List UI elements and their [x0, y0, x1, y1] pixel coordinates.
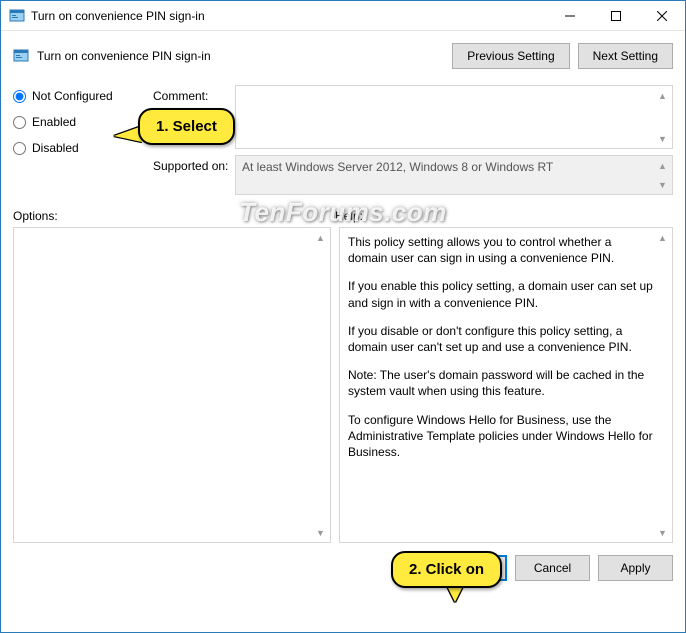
- close-button[interactable]: [639, 1, 685, 31]
- help-paragraph: This policy setting allows you to contro…: [348, 234, 654, 266]
- scroll-down-icon[interactable]: ▼: [655, 131, 670, 146]
- maximize-button[interactable]: [593, 1, 639, 31]
- help-panel: This policy setting allows you to contro…: [339, 227, 673, 543]
- help-text: This policy setting allows you to contro…: [348, 234, 654, 460]
- scroll-up-icon[interactable]: ▲: [655, 158, 670, 173]
- comment-textarea[interactable]: ▲ ▼: [235, 85, 673, 149]
- app-icon: [9, 8, 25, 24]
- radio-disabled-input[interactable]: [13, 142, 26, 155]
- radio-label: Enabled: [32, 115, 76, 129]
- scroll-down-icon[interactable]: ▼: [655, 177, 670, 192]
- titlebar: Turn on convenience PIN sign-in: [1, 1, 685, 31]
- supported-on-box: At least Windows Server 2012, Windows 8 …: [235, 155, 673, 195]
- minimize-button[interactable]: [547, 1, 593, 31]
- radio-label: Not Configured: [32, 89, 113, 103]
- radio-not-configured-input[interactable]: [13, 90, 26, 103]
- radio-not-configured[interactable]: Not Configured: [13, 89, 153, 103]
- help-paragraph: If you enable this policy setting, a dom…: [348, 278, 654, 310]
- help-paragraph: If you disable or don't configure this p…: [348, 323, 654, 355]
- state-radio-group: Not Configured Enabled Disabled: [13, 85, 153, 201]
- help-label: Help:: [335, 209, 363, 223]
- header-row: Turn on convenience PIN sign-in Previous…: [1, 31, 685, 77]
- previous-setting-button[interactable]: Previous Setting: [452, 43, 569, 69]
- options-label: Options:: [13, 209, 335, 223]
- scroll-down-icon[interactable]: ▼: [655, 525, 670, 540]
- options-panel: ▲ ▼: [13, 227, 331, 543]
- panels: ▲ ▼ This policy setting allows you to co…: [1, 225, 685, 549]
- help-paragraph: To configure Windows Hello for Business,…: [348, 412, 654, 461]
- radio-label: Disabled: [32, 141, 79, 155]
- panel-labels: Options: Help:: [1, 205, 685, 225]
- cancel-button[interactable]: Cancel: [515, 555, 590, 581]
- radio-disabled[interactable]: Disabled: [13, 141, 153, 155]
- scroll-up-icon[interactable]: ▲: [313, 230, 328, 245]
- window-controls: [547, 1, 685, 30]
- scroll-up-icon[interactable]: ▲: [655, 88, 670, 103]
- config-area: Not Configured Enabled Disabled Comment:…: [1, 77, 685, 205]
- footer-buttons: OK Cancel Apply: [1, 549, 685, 591]
- scroll-up-icon[interactable]: ▲: [655, 230, 670, 245]
- policy-editor-window: Turn on convenience PIN sign-in Turn on …: [0, 0, 686, 633]
- apply-button[interactable]: Apply: [598, 555, 673, 581]
- scroll-down-icon[interactable]: ▼: [313, 525, 328, 540]
- page-title: Turn on convenience PIN sign-in: [37, 49, 452, 63]
- supported-on-value: At least Windows Server 2012, Windows 8 …: [242, 160, 553, 174]
- policy-icon: [13, 48, 29, 64]
- window-title: Turn on convenience PIN sign-in: [31, 9, 547, 23]
- help-paragraph: Note: The user's domain password will be…: [348, 367, 654, 399]
- radio-enabled-input[interactable]: [13, 116, 26, 129]
- next-setting-button[interactable]: Next Setting: [578, 43, 673, 69]
- annotation-callout-1: 1. Select: [138, 108, 235, 145]
- supported-label: Supported on:: [153, 155, 235, 195]
- annotation-callout-2: 2. Click on: [391, 551, 502, 588]
